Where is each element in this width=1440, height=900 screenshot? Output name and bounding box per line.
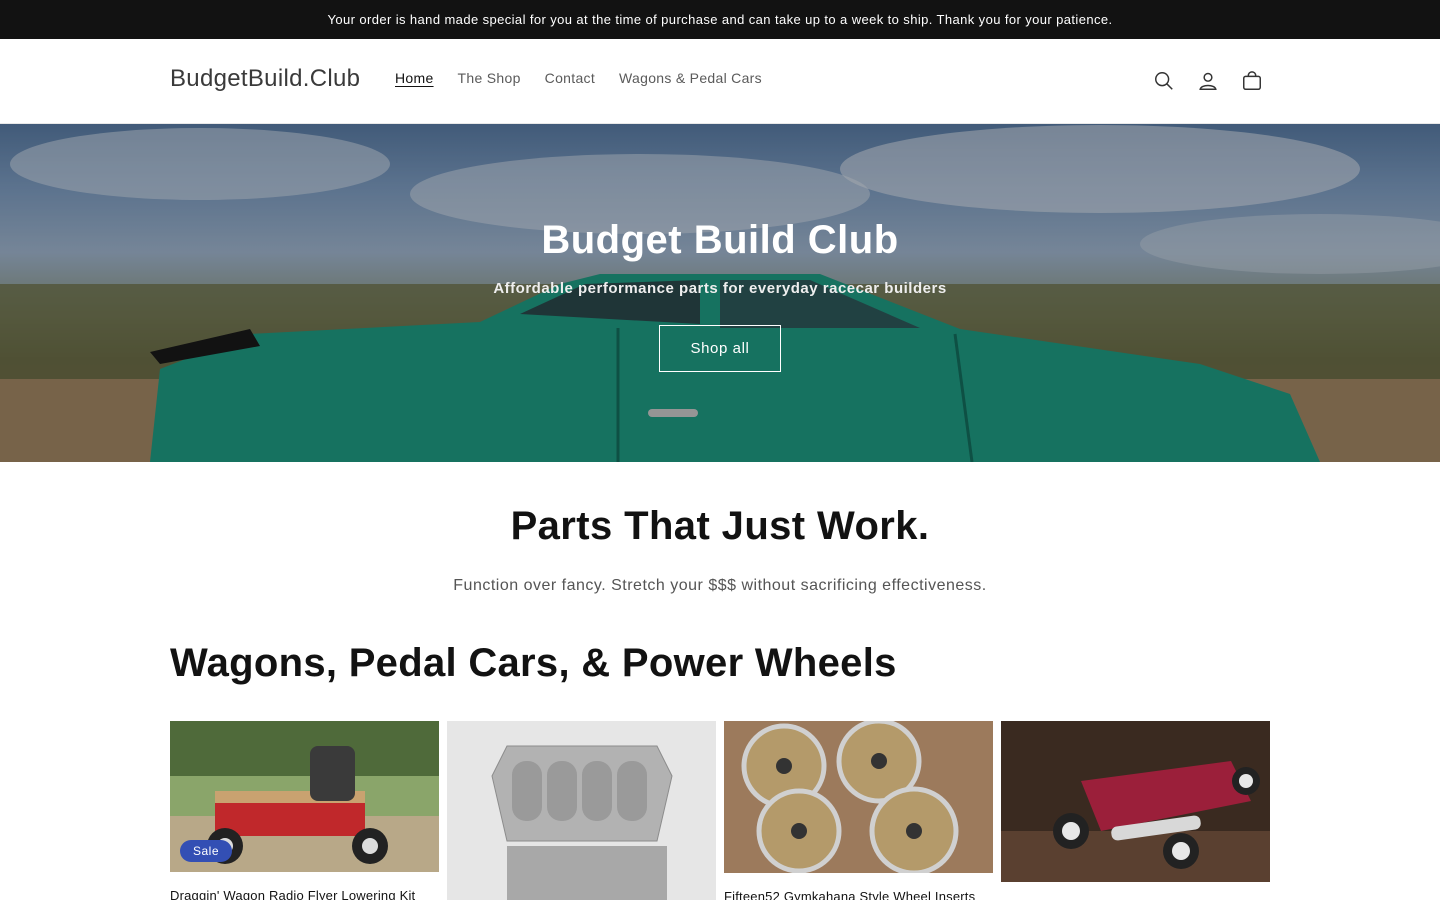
product-card[interactable]: Fifteen52 Gymkahana Style Wheel Inserts (724, 721, 993, 900)
intro-text: Function over fancy. Stretch your $$$ wi… (453, 577, 987, 594)
search-button[interactable] (1142, 59, 1186, 103)
product-grid: Sale Draggin' Wagon Radio Flyer Lowering… (170, 721, 1270, 900)
nav-wagons-pedal-cars[interactable]: Wagons & Pedal Cars (607, 70, 774, 86)
search-icon (1155, 72, 1173, 90)
shop-all-button[interactable]: Shop all (659, 325, 781, 372)
nav-the-shop[interactable]: The Shop (446, 70, 533, 86)
product-title[interactable]: Draggin' Wagon Radio Flyer Lowering Kit (170, 888, 439, 900)
announcement-text: Your order is hand made special for you … (327, 12, 1113, 27)
hero-banner: Budget Build Club Affordable performance… (0, 124, 1440, 462)
product-image (724, 721, 993, 873)
intro-title: Parts That Just Work. (510, 504, 930, 548)
site-header: BudgetBuild.Club Home The Shop Contact W… (0, 39, 1440, 124)
account-icon (1199, 72, 1217, 90)
product-image (447, 721, 716, 900)
cart-button[interactable] (1230, 59, 1274, 103)
main-nav: Home The Shop Contact Wagons & Pedal Car… (383, 70, 774, 86)
hero-subtitle: Affordable performance parts for everyda… (493, 280, 947, 297)
hero-title: Budget Build Club (541, 218, 899, 262)
cart-icon (1243, 71, 1261, 90)
product-card[interactable]: Sale Draggin' Wagon Radio Flyer Lowering… (170, 721, 439, 900)
sale-badge: Sale (180, 840, 233, 862)
announcement-bar: Your order is hand made special for you … (0, 0, 1440, 39)
header-icons (1142, 59, 1274, 103)
collection-title: Wagons, Pedal Cars, & Power Wheels (170, 641, 897, 685)
product-image (1001, 721, 1270, 882)
site-logo[interactable]: BudgetBuild.Club (170, 65, 360, 93)
product-card[interactable] (1001, 721, 1270, 882)
nav-home[interactable]: Home (383, 70, 446, 86)
product-image: Sale (170, 721, 439, 872)
account-button[interactable] (1186, 59, 1230, 103)
nav-contact[interactable]: Contact (533, 70, 607, 86)
product-card[interactable] (447, 721, 716, 900)
product-title[interactable]: Fifteen52 Gymkahana Style Wheel Inserts (724, 889, 993, 900)
